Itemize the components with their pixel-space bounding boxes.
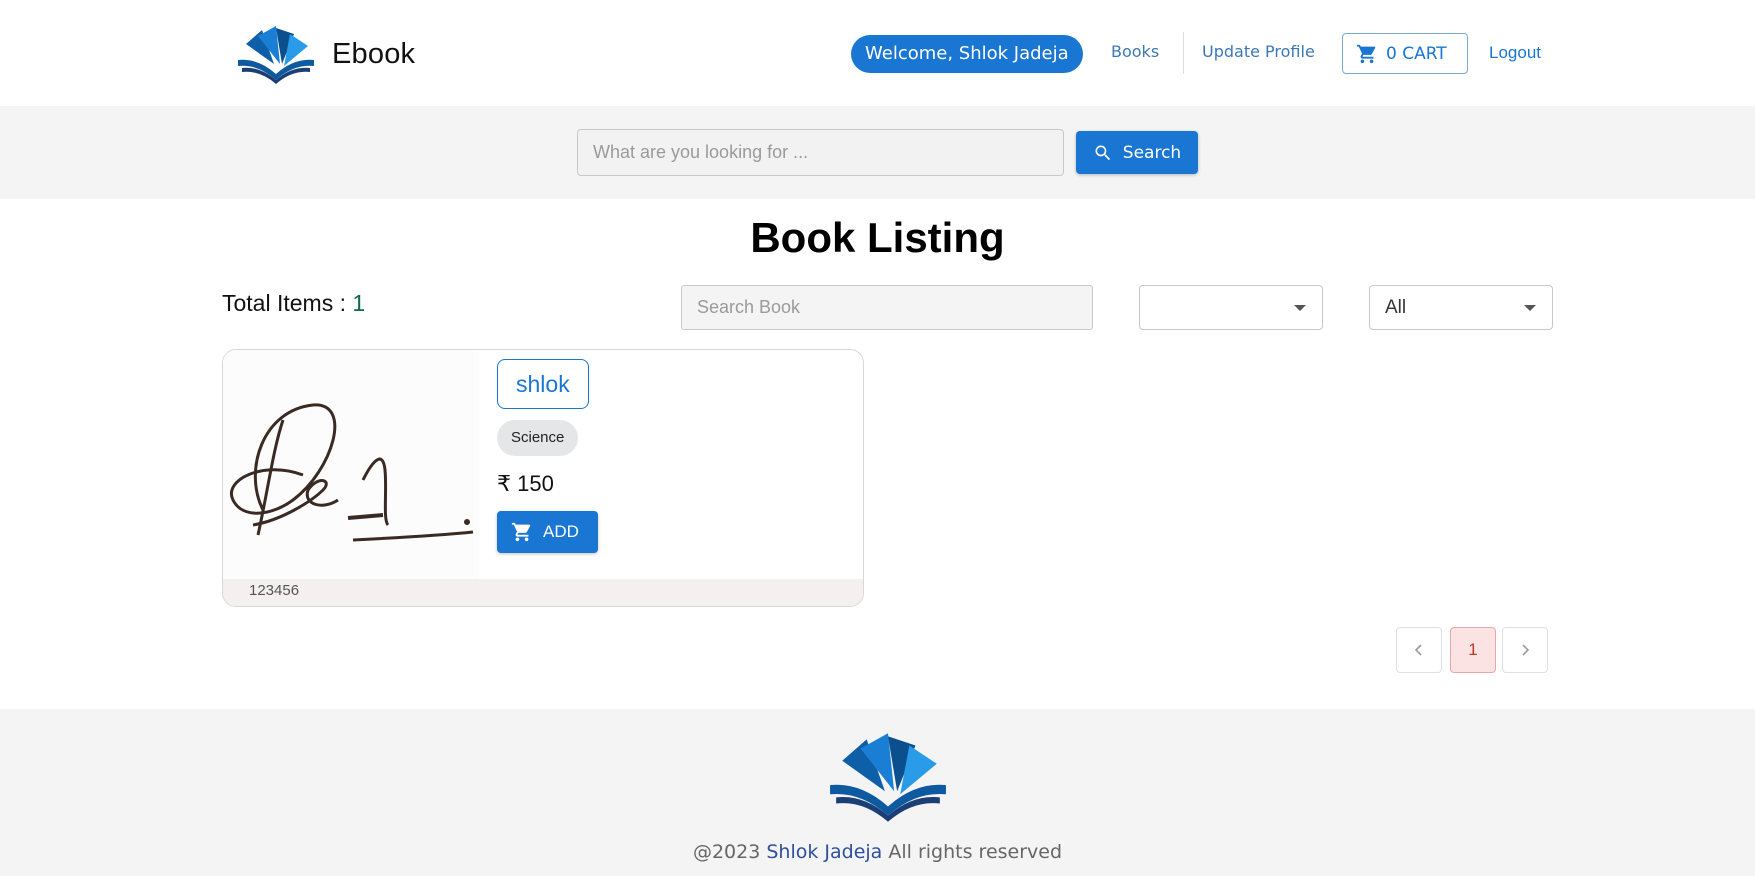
book-cover-signature-image: [223, 350, 479, 579]
cart-icon: [1356, 44, 1376, 63]
site-footer: @2023 Shlok Jadeja All rights reserved: [0, 709, 1755, 876]
copyright-prefix: @2023: [692, 841, 767, 863]
brand-name: Ebook: [332, 37, 416, 70]
category-select[interactable]: [1139, 285, 1323, 330]
sort-select[interactable]: All: [1369, 285, 1553, 330]
copyright-suffix: All rights reserved: [882, 841, 1063, 863]
nav-divider: [1183, 32, 1184, 74]
search-button-label: Search: [1122, 142, 1182, 163]
top-header: Ebook Welcome, Shlok Jadeja Books Update…: [0, 0, 1755, 106]
search-input[interactable]: [577, 129, 1064, 176]
pagination-next-button[interactable]: [1502, 627, 1548, 673]
copyright-author-link[interactable]: Shlok Jadeja: [766, 841, 882, 863]
category-chip: Science: [497, 420, 579, 456]
dropdown-caret-icon: [1294, 305, 1306, 311]
book-title-button[interactable]: shlok: [497, 359, 589, 409]
dropdown-caret-icon: [1524, 305, 1536, 311]
page-title: Book Listing: [750, 214, 1005, 261]
cart-label: 0 CART: [1386, 43, 1447, 64]
sort-select-value: All: [1385, 297, 1407, 318]
chevron-right-icon: [1522, 644, 1530, 656]
open-book-logo-icon: [830, 733, 946, 822]
pagination-prev-button[interactable]: [1396, 627, 1442, 673]
nav-books-link[interactable]: Books: [1111, 42, 1159, 61]
book-search-input[interactable]: [681, 285, 1093, 330]
chevron-left-icon: [1414, 644, 1422, 656]
search-icon: [1095, 145, 1110, 160]
cart-icon: [511, 522, 531, 542]
total-items-count: 1: [352, 290, 366, 316]
nav-update-profile-link[interactable]: Update Profile: [1202, 42, 1315, 61]
cart-button[interactable]: 0 CART: [1342, 33, 1468, 74]
book-card: shlok Science ₹ 150 ADD 123456: [222, 349, 864, 607]
total-items-label: Total Items :: [222, 290, 353, 316]
book-price: ₹ 150: [497, 471, 554, 496]
brand[interactable]: Ebook: [236, 24, 415, 84]
nav-logout-link[interactable]: Logout: [1489, 43, 1541, 63]
welcome-badge: Welcome, Shlok Jadeja: [851, 35, 1083, 73]
add-button-label: ADD: [543, 522, 579, 541]
pagination-page-1[interactable]: 1: [1450, 627, 1496, 673]
add-to-cart-button[interactable]: ADD: [497, 511, 598, 553]
total-items: Total Items : 1: [222, 290, 365, 317]
copyright-text: @2023 Shlok Jadeja All rights reserved: [0, 841, 1755, 863]
book-code: 123456: [223, 579, 863, 606]
search-button[interactable]: Search: [1076, 131, 1198, 174]
open-book-logo-icon: [238, 26, 314, 84]
